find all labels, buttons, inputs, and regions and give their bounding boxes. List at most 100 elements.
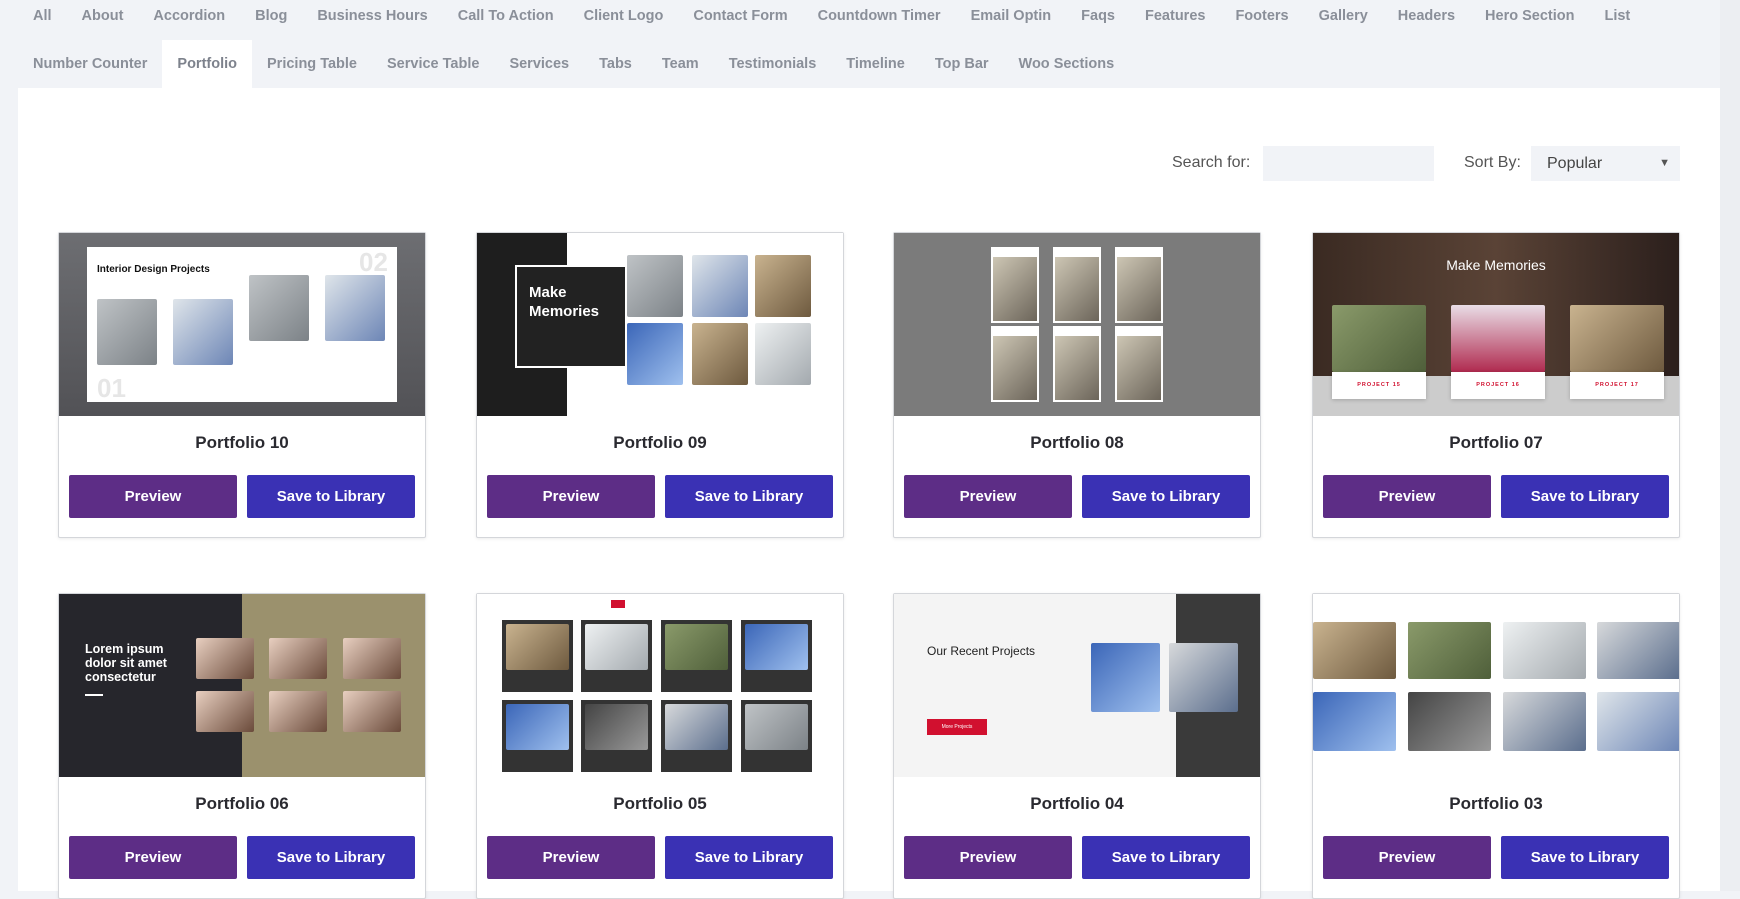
thumbnail-photo	[97, 299, 157, 365]
tab-timeline[interactable]: Timeline	[831, 40, 920, 88]
caret-down-icon: ▼	[1659, 157, 1670, 169]
template-thumbnail[interactable]: Make Memories	[477, 233, 843, 416]
thumb-more-projects-button: More Projects	[927, 719, 987, 735]
tab-hero-section[interactable]: Hero Section	[1470, 0, 1589, 40]
preview-button[interactable]: Preview	[69, 836, 237, 879]
thumbnail-photo	[506, 624, 569, 670]
thumbnail-photo	[627, 255, 683, 317]
tab-contact-form[interactable]: Contact Form	[678, 0, 802, 40]
preview-button[interactable]: Preview	[69, 475, 237, 518]
template-card: Portfolio 08 Preview Save to Library	[893, 232, 1261, 538]
thumbnail-photo	[1169, 643, 1238, 712]
template-card: Lorem ipsum dolor sit amet consectetur P…	[58, 593, 426, 899]
thumbnail-photo	[1451, 305, 1545, 372]
thumbnail-photo	[1313, 692, 1396, 751]
card-title: Portfolio 07	[1449, 433, 1543, 452]
card-title: Portfolio 03	[1449, 794, 1543, 813]
template-thumbnail[interactable]	[1313, 594, 1679, 777]
tab-portfolio[interactable]: Portfolio	[162, 40, 253, 88]
preview-button[interactable]: Preview	[1323, 836, 1491, 879]
tab-list[interactable]: List	[1589, 0, 1645, 40]
save-to-library-button[interactable]: Save to Library	[665, 475, 833, 518]
thumb-project-label: PROJECT 16	[1451, 372, 1545, 399]
tab-business-hours[interactable]: Business Hours	[302, 0, 442, 40]
thumbnail-photo	[1597, 692, 1679, 751]
tab-accordion[interactable]: Accordion	[138, 0, 240, 40]
tab-pricing-table[interactable]: Pricing Table	[252, 40, 372, 88]
thumbnail-photo	[1332, 305, 1426, 372]
sort-select[interactable]: Popular ▼	[1531, 146, 1680, 181]
thumbnail-photo	[1408, 622, 1491, 679]
template-card: Portfolio 03 Preview Save to Library	[1312, 593, 1680, 899]
card-title: Portfolio 05	[613, 794, 707, 813]
thumbnail-photo	[755, 323, 811, 385]
tab-headers[interactable]: Headers	[1383, 0, 1470, 40]
template-thumbnail[interactable]: Lorem ipsum dolor sit amet consectetur	[59, 594, 425, 777]
save-to-library-button[interactable]: Save to Library	[1082, 836, 1250, 879]
thumb-heading: Make Memories	[1446, 257, 1546, 273]
tab-number-counter[interactable]: Number Counter	[18, 40, 162, 88]
category-tabs-row-1: All About Accordion Blog Business Hours Call …	[18, 0, 1645, 40]
thumbnail-photo	[343, 691, 401, 732]
template-card: Make Memories PROJECT 15 PROJECT 16 PROJECT…	[1312, 232, 1680, 538]
card-title: Portfolio 09	[613, 433, 707, 452]
save-to-library-button[interactable]: Save to Library	[1501, 836, 1669, 879]
tab-call-to-action[interactable]: Call To Action	[443, 0, 569, 40]
thumbnail-photo	[665, 704, 728, 750]
tab-woo-sections[interactable]: Woo Sections	[1004, 40, 1130, 88]
preview-button[interactable]: Preview	[904, 836, 1072, 879]
save-to-library-button[interactable]: Save to Library	[247, 836, 415, 879]
thumbnail-photo	[249, 275, 309, 341]
tab-tabs[interactable]: Tabs	[584, 40, 647, 88]
thumb-project-label: PROJECT 17	[1570, 372, 1664, 399]
thumbnail-photo	[692, 255, 748, 317]
template-card: Portfolio 05 Preview Save to Library	[476, 593, 844, 899]
thumbnail-photo	[665, 624, 728, 670]
category-tabs-row-2: Number Counter Portfolio Pricing Table Serv…	[18, 40, 1129, 88]
tab-service-table[interactable]: Service Table	[372, 40, 494, 88]
thumbnail-photo	[325, 275, 385, 341]
thumbnail-photo	[627, 323, 683, 385]
thumbnail-photo	[1503, 692, 1586, 751]
template-thumbnail[interactable]: Our Recent Projects More Projects	[894, 594, 1260, 777]
template-thumbnail[interactable]	[477, 594, 843, 777]
tab-footers[interactable]: Footers	[1220, 0, 1303, 40]
card-title: Portfolio 04	[1030, 794, 1124, 813]
preview-button[interactable]: Preview	[904, 475, 1072, 518]
save-to-library-button[interactable]: Save to Library	[665, 836, 833, 879]
thumbnail-photo	[1570, 305, 1664, 372]
thumbnail-photo	[755, 255, 811, 317]
thumbnail-photo	[269, 638, 327, 679]
preview-button[interactable]: Preview	[487, 475, 655, 518]
search-input[interactable]	[1263, 146, 1434, 181]
tab-gallery[interactable]: Gallery	[1304, 0, 1383, 40]
thumbnail-photo	[343, 638, 401, 679]
template-card: Our Recent Projects More Projects Portfol…	[893, 593, 1261, 899]
tab-client-logo[interactable]: Client Logo	[569, 0, 679, 40]
preview-button[interactable]: Preview	[1323, 475, 1491, 518]
thumbnail-photo	[1408, 692, 1491, 751]
preview-button[interactable]: Preview	[487, 836, 655, 879]
scrollbar[interactable]	[1720, 0, 1740, 891]
tab-testimonials[interactable]: Testimonials	[714, 40, 832, 88]
tab-faqs[interactable]: Faqs	[1066, 0, 1130, 40]
tab-features[interactable]: Features	[1130, 0, 1220, 40]
template-thumbnail[interactable]: Interior Design Projects 02 01	[59, 233, 425, 416]
tab-blog[interactable]: Blog	[240, 0, 302, 40]
tab-services[interactable]: Services	[494, 40, 584, 88]
save-to-library-button[interactable]: Save to Library	[1501, 475, 1669, 518]
template-thumbnail[interactable]: Make Memories PROJECT 15 PROJECT 16 PROJECT…	[1313, 233, 1679, 416]
tab-about[interactable]: About	[67, 0, 139, 40]
tab-email-optin[interactable]: Email Optin	[956, 0, 1067, 40]
thumbnail-photo	[745, 704, 808, 750]
tab-team[interactable]: Team	[647, 40, 714, 88]
thumbnail-photo	[585, 704, 648, 750]
template-thumbnail[interactable]	[894, 233, 1260, 416]
tab-all[interactable]: All	[18, 0, 67, 40]
save-to-library-button[interactable]: Save to Library	[247, 475, 415, 518]
tab-countdown-timer[interactable]: Countdown Timer	[803, 0, 956, 40]
thumbnail-photo	[692, 323, 748, 385]
tab-top-bar[interactable]: Top Bar	[920, 40, 1004, 88]
thumbnail-photo	[585, 624, 648, 670]
save-to-library-button[interactable]: Save to Library	[1082, 475, 1250, 518]
